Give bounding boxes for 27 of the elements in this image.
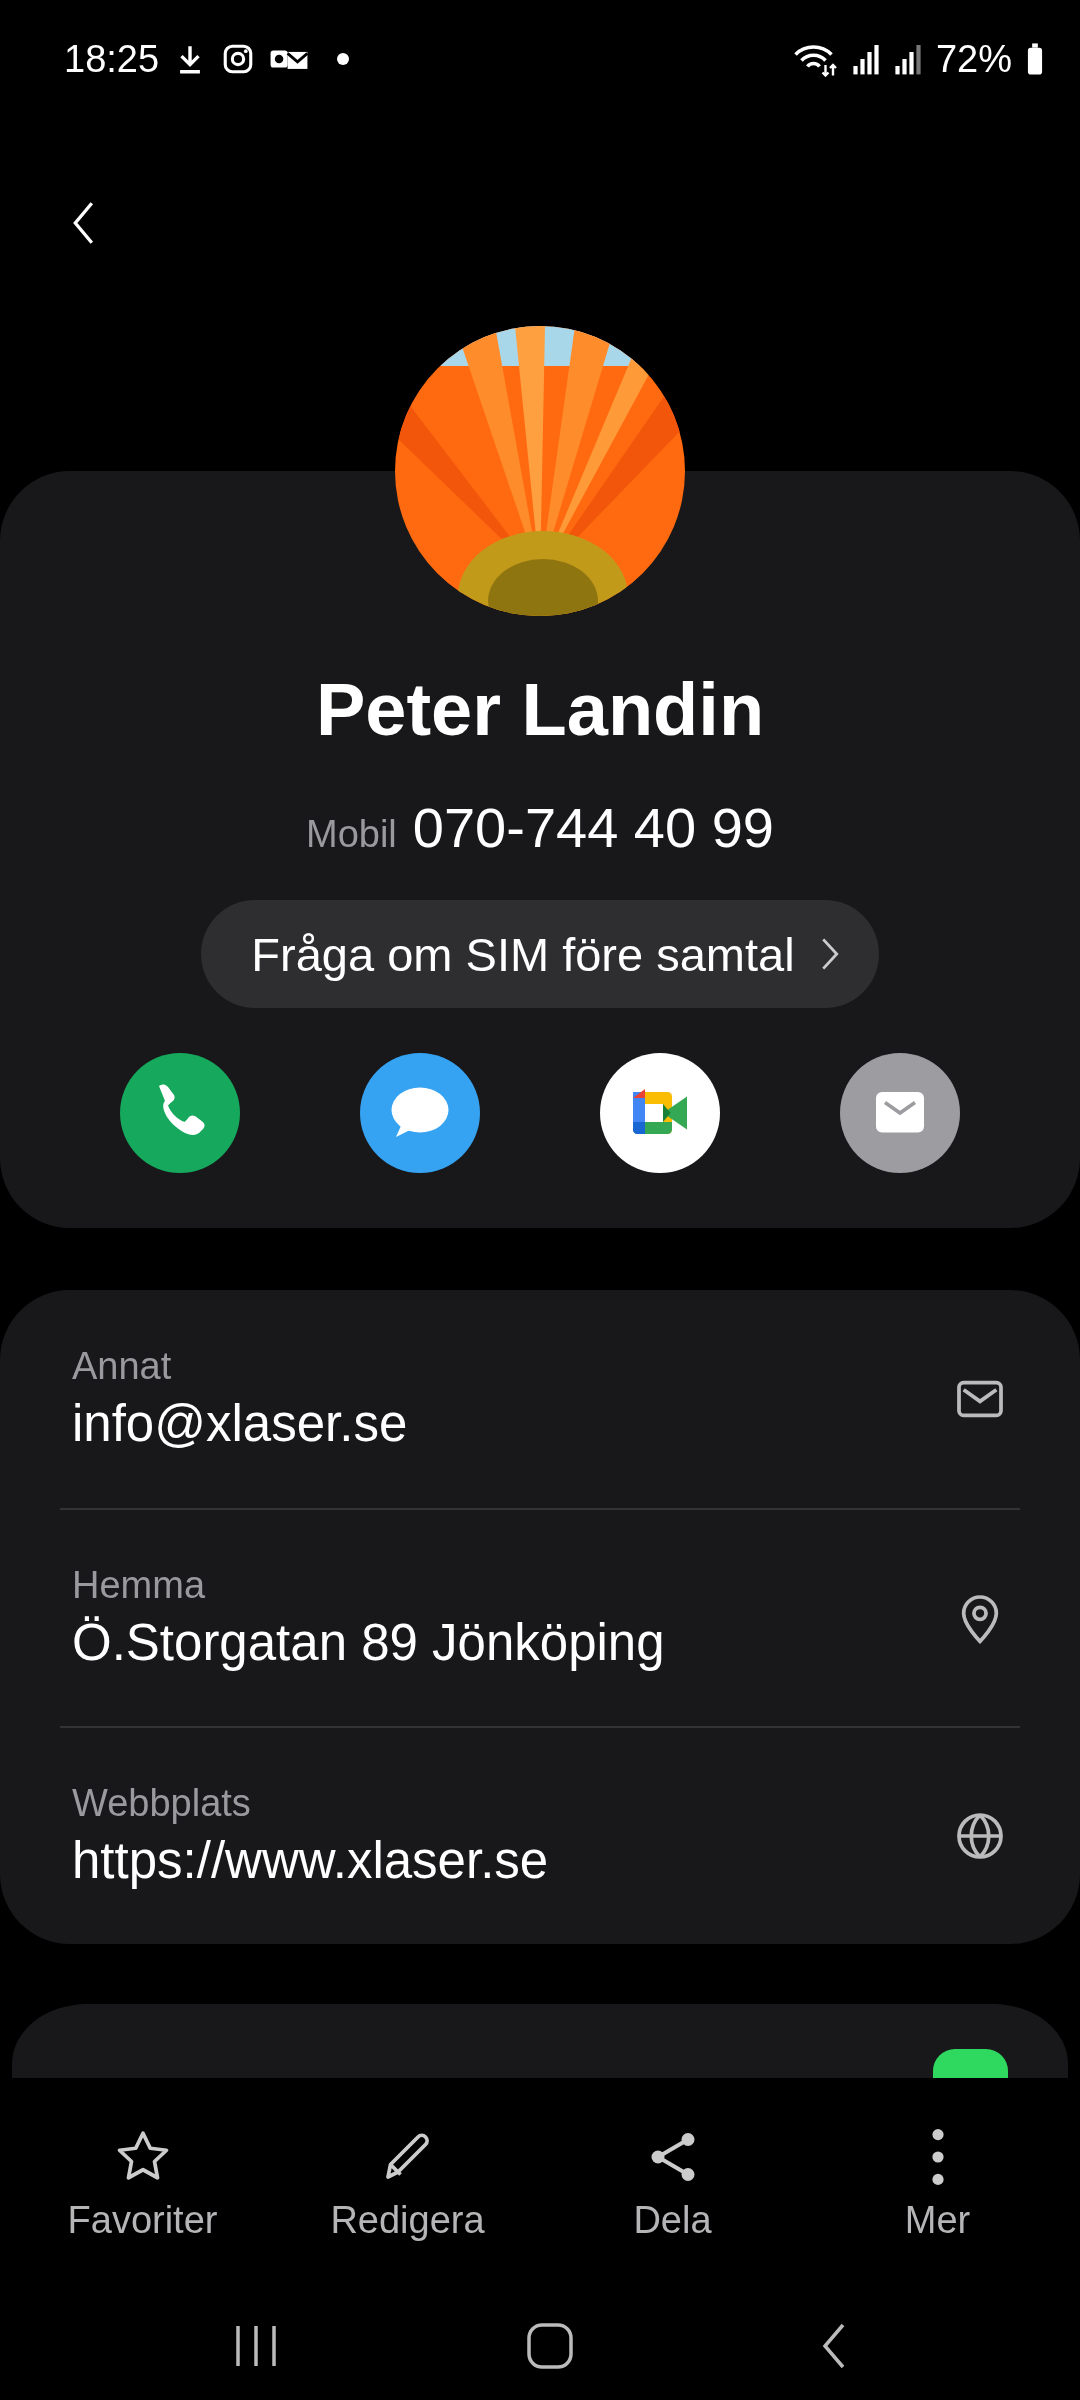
message-button[interactable]: [360, 1053, 480, 1174]
more-icon: [930, 2127, 945, 2188]
home-button[interactable]: [526, 2321, 574, 2370]
field-value: Ö.Storgatan 89 Jönköping: [72, 1613, 666, 1673]
toolbar-button[interactable]: Mer: [805, 2126, 1070, 2244]
toolbar-button[interactable]: Redigera: [275, 2126, 540, 2244]
back-nav-button[interactable]: [822, 2321, 846, 2370]
sim-choice-button[interactable]: Fråga om SIM före samtal: [201, 900, 879, 1009]
toolbar-button[interactable]: Dela: [540, 2126, 805, 2244]
phone-label: Mobil: [306, 813, 397, 857]
battery-percent: 72%: [935, 37, 1012, 81]
phone-button[interactable]: [120, 1053, 240, 1174]
field-label: Webbplats: [72, 1782, 252, 1826]
field-label: Annat: [72, 1345, 173, 1389]
field-value: info@xlaser.se: [72, 1394, 409, 1454]
toolbar-button[interactable]: Favoriter: [10, 2126, 275, 2244]
recent-apps-button[interactable]: [234, 2323, 278, 2368]
email-button[interactable]: [840, 1053, 960, 1174]
video-call-button[interactable]: [600, 1053, 720, 1174]
contact-name: Peter Landin: [315, 667, 765, 754]
chat-app-icon[interactable]: [933, 2049, 1008, 2079]
notification-dot-icon: [337, 53, 350, 66]
field-label: Hemma: [72, 1564, 207, 1608]
status-time: 18:25: [64, 37, 160, 81]
phone-number: 070-744 40 99: [412, 795, 774, 861]
battery-icon: [1026, 42, 1044, 77]
field-value: https://www.xlaser.se: [72, 1831, 550, 1891]
